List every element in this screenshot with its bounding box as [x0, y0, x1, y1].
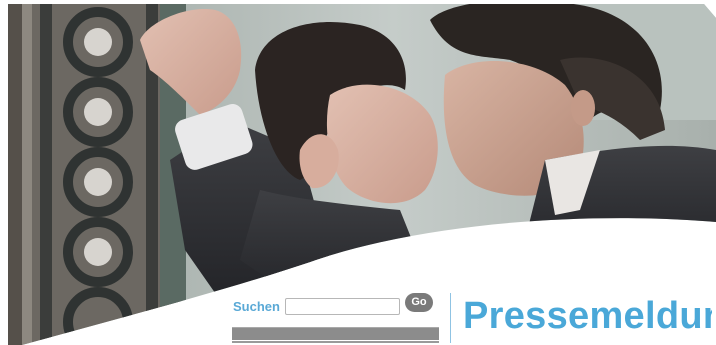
search-underbar-line	[232, 341, 439, 343]
search-input[interactable]	[285, 298, 400, 315]
page-title: Pressemeldun	[463, 295, 716, 337]
right-edge-clip	[712, 290, 716, 345]
search-label: Suchen	[233, 299, 280, 314]
page: Suchen Go Pressemeldun	[0, 0, 716, 345]
search-underbar	[232, 327, 439, 340]
header-divider	[450, 293, 451, 343]
go-button[interactable]: Go	[405, 293, 433, 312]
